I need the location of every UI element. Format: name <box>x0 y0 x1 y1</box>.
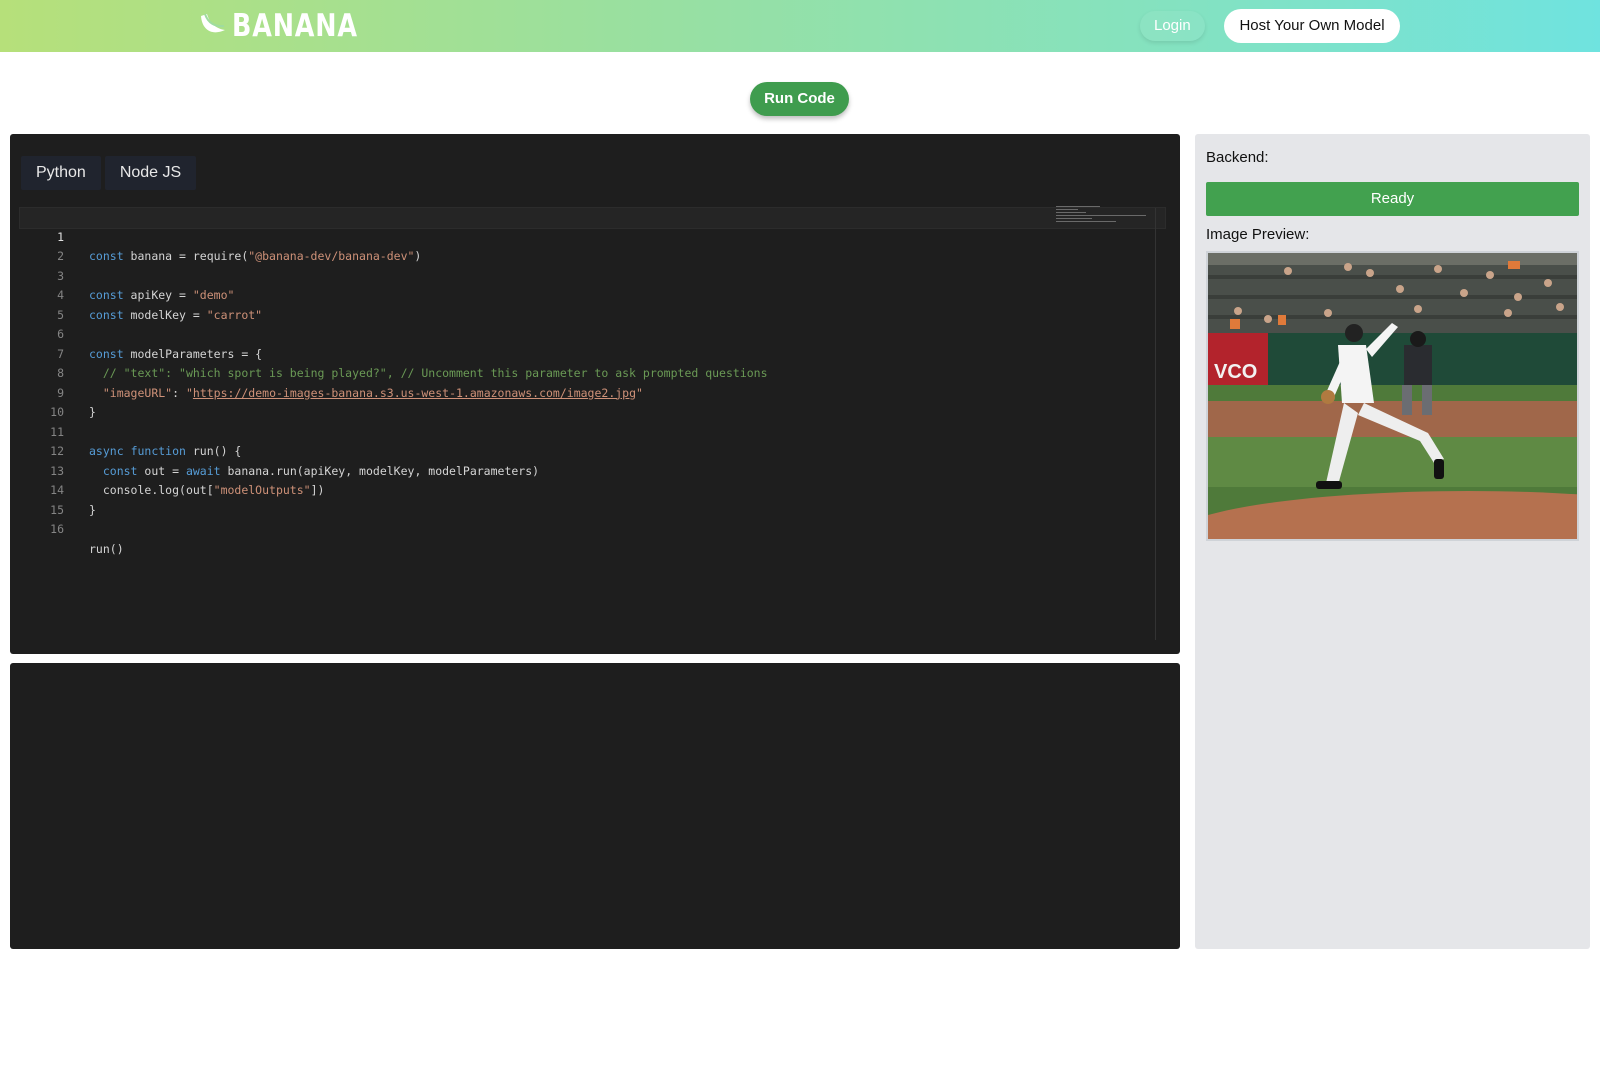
line-number: 16 <box>50 522 64 536</box>
tab-node-js[interactable]: Node JS <box>104 156 197 190</box>
code-line[interactable]: 13 console.log(out["modelOutputs"]) <box>20 442 1165 498</box>
top-navbar: BANANA Login Host Your Own Model <box>0 0 1600 52</box>
code-line[interactable]: 14 } <box>20 462 1165 517</box>
code-minimap[interactable] <box>1056 206 1148 244</box>
code-line[interactable]: 1 const banana = require("@banana-dev/ba… <box>19 207 1166 263</box>
code-line[interactable]: 4 const modelKey = "carrot" <box>20 267 1165 322</box>
code-line[interactable]: 9 } <box>20 364 1165 420</box>
code-line[interactable]: 16 run() <box>20 501 1165 556</box>
host-your-own-model-button[interactable]: Host Your Own Model <box>1224 9 1400 43</box>
svg-text:VCO: VCO <box>1214 361 1257 383</box>
code-token: run() <box>89 541 124 556</box>
banana-logo[interactable]: BANANA <box>198 8 386 44</box>
code-line[interactable]: 7 // "text": "which sport is being playe… <box>20 325 1165 381</box>
output-console <box>10 663 1180 949</box>
code-area[interactable]: 1 const banana = require("@banana-dev/ba… <box>19 207 1166 648</box>
run-code-button[interactable]: Run Code <box>750 82 849 116</box>
editor-scrollbar[interactable] <box>1155 208 1156 640</box>
tab-python[interactable]: Python <box>21 156 101 190</box>
code-line[interactable]: 12 const out = await banana.run(apiKey, … <box>20 423 1165 478</box>
code-line[interactable]: 10 <box>20 384 1165 419</box>
banana-logo-icon <box>198 8 228 45</box>
code-line[interactable]: 3 const apiKey = "demo" <box>20 247 1165 303</box>
code-editor-panel: Python Node JS 1 const banana = require(… <box>10 134 1180 654</box>
code-line[interactable]: 11 async function run() { <box>20 403 1165 459</box>
backend-status-bar: Ready <box>1206 182 1579 216</box>
login-button[interactable]: Login <box>1140 11 1205 41</box>
code-line[interactable]: 2 <box>20 228 1165 263</box>
language-tabs: Python Node JS <box>21 156 197 190</box>
code-line[interactable]: 8 "imageURL": "https://demo-images-banan… <box>20 345 1165 400</box>
backend-panel: Backend: Ready Image Preview: VCO <box>1195 134 1590 949</box>
image-preview-label: Image Preview: <box>1206 226 1310 243</box>
code-line[interactable]: 15 <box>20 481 1165 517</box>
logo-text: BANANA <box>232 8 358 44</box>
code-line[interactable]: 6 const modelParameters = { <box>20 306 1165 361</box>
image-preview: VCO <box>1206 251 1579 541</box>
backend-label: Backend: <box>1206 149 1269 166</box>
code-line[interactable]: 5 <box>20 286 1165 322</box>
